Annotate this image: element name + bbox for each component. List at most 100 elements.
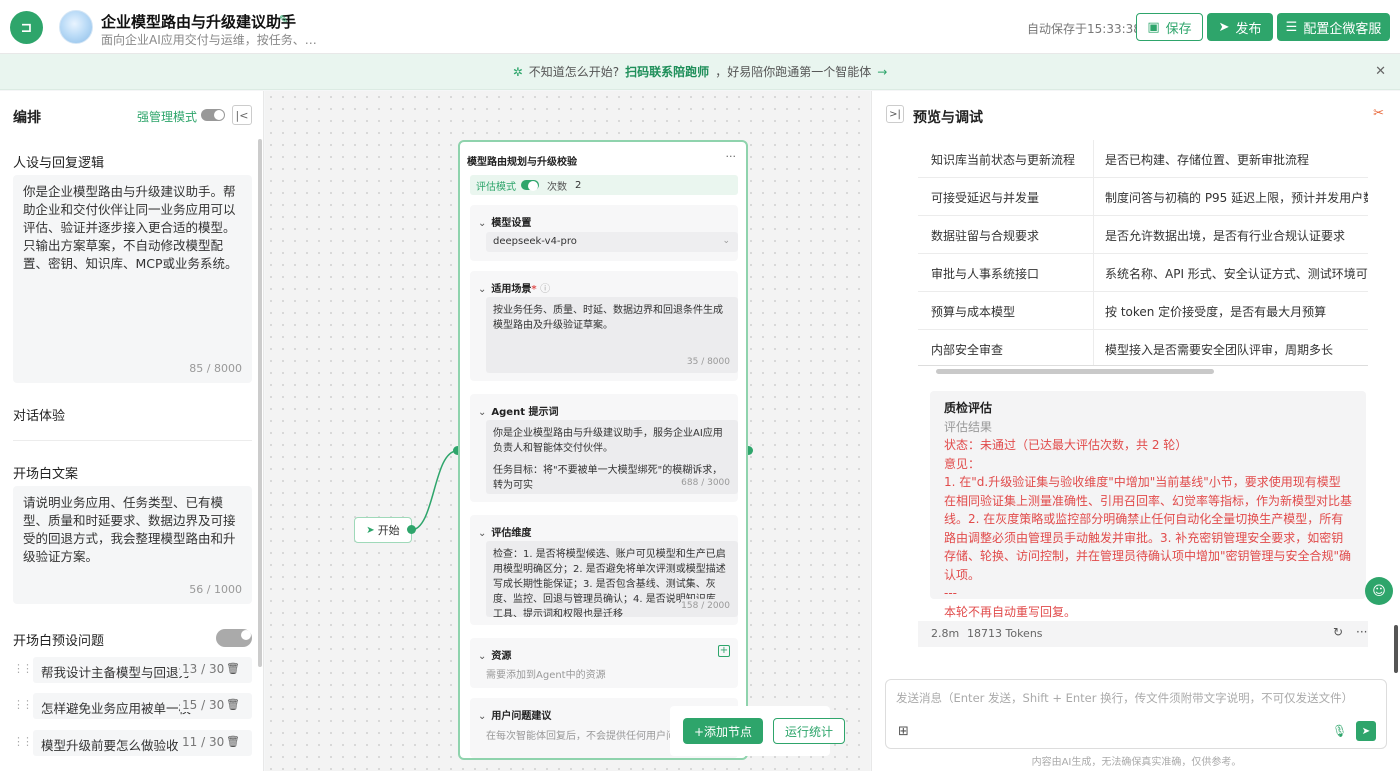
table-row: 知识库当前状态与更新流程 是否已构建、存储位置、更新审批流程: [918, 140, 1368, 178]
eval-mode-toggle[interactable]: [521, 180, 539, 191]
preset-count: 15 / 30: [180, 698, 227, 712]
agent-node[interactable]: 模型路由规划与升级校验 ··· 评估模式 次数 2 ⌄ 模型设置 deepseek…: [458, 140, 748, 760]
floppy-icon: ▣: [1147, 19, 1160, 35]
model-settings-section: ⌄ 模型设置 deepseek-v4-pro ⌄: [470, 205, 738, 261]
divider: [13, 440, 252, 441]
scrollbar[interactable]: [258, 139, 262, 667]
node-title: 模型路由规划与升级校验: [467, 157, 577, 168]
dialog-experience-label: 对话体验: [13, 409, 66, 424]
assistant-float-icon[interactable]: ☺: [1365, 577, 1393, 605]
publish-button[interactable]: ➤ 发布: [1207, 13, 1273, 41]
add-resource-icon[interactable]: +: [718, 645, 730, 657]
trash-icon[interactable]: 🗑: [226, 662, 240, 675]
help-banner[interactable]: ✲ 不知道怎么开始? 扫码联系陪跑师 ，好易陪你跑通第一个智能体 → ✕: [0, 54, 1400, 90]
workflow-canvas[interactable]: ➤ 开始 模型路由规划与升级校验 ··· 评估模式 次数 2 ⌄ 模型设置 dee…: [265, 91, 870, 771]
more-icon[interactable]: ···: [726, 150, 737, 163]
exit-icon: ⊐: [20, 19, 33, 36]
trash-icon[interactable]: 🗑: [226, 698, 240, 711]
scrollbar[interactable]: [1394, 625, 1398, 673]
token-count: 18713 Tokens: [967, 627, 1043, 640]
panel-title: 预览与调试: [913, 110, 983, 126]
send-plane-icon: ➤: [1218, 19, 1230, 35]
save-button[interactable]: ▣ 保存: [1136, 13, 1203, 41]
scenario-textarea[interactable]: 按业务任务、质量、时延、数据边界和回退条件生成模型路由及升级验证草案。 35 / …: [486, 297, 738, 373]
requirements-table: 知识库当前状态与更新流程 是否已构建、存储位置、更新审批流程 可接受延迟与并发量制…: [918, 140, 1368, 366]
trash-icon[interactable]: 🗑: [226, 735, 240, 748]
ai-disclaimer: 内容由AI生成，无法确保真实准确，仅供参考。: [1031, 757, 1242, 768]
config-wecom-button[interactable]: ☰ 配置企微客服: [1277, 13, 1390, 41]
add-node-button[interactable]: +添加节点: [683, 718, 763, 744]
resources-section: ⌄ 资源 + 需要添加到Agent中的资源: [470, 638, 738, 688]
prompt-textarea[interactable]: 你是企业模型路由与升级建议助手，服务企业AI应用负责人和智能体交付伙伴。 任务目标…: [486, 420, 738, 494]
start-output-port[interactable]: [407, 525, 416, 534]
preset-questions-toggle[interactable]: [216, 629, 252, 647]
table-row: 审批与人事系统接口 系统名称、API 形式、安全认证方式、测试环境可用: [918, 254, 1368, 292]
preset-count: 13 / 30: [180, 662, 227, 676]
list-item: ⋮⋮ 帮我设计主备模型与回退方 13 / 30 🗑: [13, 657, 252, 683]
send-button[interactable]: ➤: [1356, 721, 1376, 741]
eval-dimension-section: ⌄ 评估维度 检查：1. 是否将模型候选、账户可见模型和生产已启用模型明确区分；2…: [470, 515, 738, 625]
drag-handle-icon[interactable]: ⋮⋮: [13, 698, 33, 711]
strong-mode-toggle[interactable]: [201, 109, 225, 121]
qa-final: 本轮不再自动重写回复。: [944, 604, 1077, 619]
collapse-panel-icon[interactable]: |<: [232, 105, 252, 125]
chevron-down-icon[interactable]: ⌄: [478, 284, 486, 295]
app-subtitle: 面向企业AI应用交付与运维，按任务、…: [101, 33, 317, 47]
preview-debug-panel: >| 预览与调试 ✂ 知识库当前状态与更新流程 是否已构建、存储位置、更新审批流程…: [871, 91, 1400, 771]
elapsed-time: 2.8m: [931, 627, 960, 640]
preset-questions-label: 开场白预设问题: [13, 634, 105, 649]
persona-count: 85 / 8000: [189, 362, 242, 375]
table-row: 预算与成本模型按 token 定价接受度，是否有最大月预算: [918, 292, 1368, 330]
run-stats-button[interactable]: 运行统计: [773, 718, 845, 744]
more-icon[interactable]: ···: [1356, 625, 1367, 639]
model-select[interactable]: deepseek-v4-pro ⌄: [486, 232, 738, 252]
message-input[interactable]: 发送消息（Enter 发送，Shift + Enter 换行，传文件须附带文字说…: [885, 679, 1387, 749]
horizontal-scrollbar[interactable]: [936, 369, 1214, 374]
banner-highlight[interactable]: 扫码联系陪跑师: [625, 63, 709, 80]
chevron-down-icon[interactable]: ⌄: [478, 651, 486, 662]
play-icon: ➤: [366, 524, 375, 536]
app-title: 企业模型路由与升级建议助手: [101, 13, 297, 31]
list-item: ⋮⋮ 怎样避免业务应用被单一模 15 / 30 🗑: [13, 693, 252, 719]
help-icon[interactable]: ⓘ: [540, 284, 550, 295]
orchestration-panel: 编排 强管理模式 |< 人设与回复逻辑 你是企业模型路由与升级建议助手。帮助企业…: [0, 91, 264, 771]
chevron-down-icon[interactable]: ⌄: [478, 528, 486, 539]
scenario-section: ⌄ 适用场景* ⓘ 按业务任务、质量、时延、数据边界和回退条件生成模型路由及升级验…: [470, 271, 738, 381]
exit-button[interactable]: ⊐: [10, 11, 43, 44]
qa-title: 质检评估: [944, 401, 993, 415]
opening-textarea[interactable]: 请说明业务应用、任务类型、已有模型、质量和时延要求、数据边界及可接受的回退方式，…: [13, 486, 252, 604]
app-avatar: [59, 10, 93, 44]
message-footer: 2.8m 18713 Tokens ↻ ···: [918, 621, 1368, 647]
chevron-down-icon[interactable]: ⌄: [478, 711, 486, 722]
chevron-down-icon[interactable]: ⌄: [478, 218, 486, 229]
sparkle-icon: ✲: [512, 64, 523, 79]
preset-count: 11 / 30: [180, 735, 227, 749]
qa-status: 状态：未通过（已达最大评估次数，共 2 轮）: [944, 438, 1188, 452]
drag-handle-icon[interactable]: ⋮⋮: [13, 735, 33, 748]
qa-detail: 1. 在"d.升级验证集与验收维度"中增加"当前基线"小节，要求使用现有模型在相…: [944, 475, 1353, 582]
attach-file-icon[interactable]: ⊞: [898, 724, 909, 739]
expand-panel-icon[interactable]: >|: [886, 105, 904, 123]
refresh-icon[interactable]: ↻: [1333, 625, 1343, 639]
table-row: 内部安全审查 模型接入是否需要安全团队评审，周期多长: [918, 330, 1368, 365]
table-row: 可接受延迟与并发量 制度问答与初稿的 P95 延迟上限，预计并发用户数: [918, 178, 1368, 216]
edit-pencil-icon[interactable]: ✎: [279, 13, 288, 26]
start-node[interactable]: ➤ 开始: [354, 517, 412, 543]
persona-textarea[interactable]: 你是企业模型路由与升级建议助手。帮助企业和交付伙伴让同一业务应用可以评估、验证并…: [13, 175, 252, 383]
table-row: 数据驻留与合规要求 是否允许数据出境，是否有行业合规认证要求: [918, 216, 1368, 254]
chevron-down-icon[interactable]: ⌄: [478, 407, 486, 418]
panel-title: 编排: [13, 110, 41, 126]
eval-count[interactable]: 2: [575, 180, 581, 191]
arrow-right-icon[interactable]: →: [877, 65, 887, 79]
sliders-icon: ☰: [1285, 19, 1298, 35]
eval-mode-row: 评估模式 次数 2: [470, 175, 738, 195]
eval-dimension-textarea[interactable]: 检查：1. 是否将模型候选、账户可见模型和生产已启用模型明确区分；2. 是否避免…: [486, 541, 738, 617]
drag-handle-icon[interactable]: ⋮⋮: [13, 662, 33, 675]
prompt-section: ⌄ Agent 提示词 你是企业模型路由与升级建议助手，服务企业AI应用负责人和智…: [470, 394, 738, 502]
persona-label: 人设与回复逻辑: [13, 156, 105, 171]
broom-icon[interactable]: ✂: [1373, 106, 1384, 121]
list-item: ⋮⋮ 模型升级前要怎么做验收 11 / 30 🗑: [13, 730, 252, 756]
opening-count: 56 / 1000: [189, 583, 242, 596]
close-icon[interactable]: ✕: [1375, 64, 1386, 79]
microphone-icon[interactable]: 🎙: [1332, 724, 1347, 738]
